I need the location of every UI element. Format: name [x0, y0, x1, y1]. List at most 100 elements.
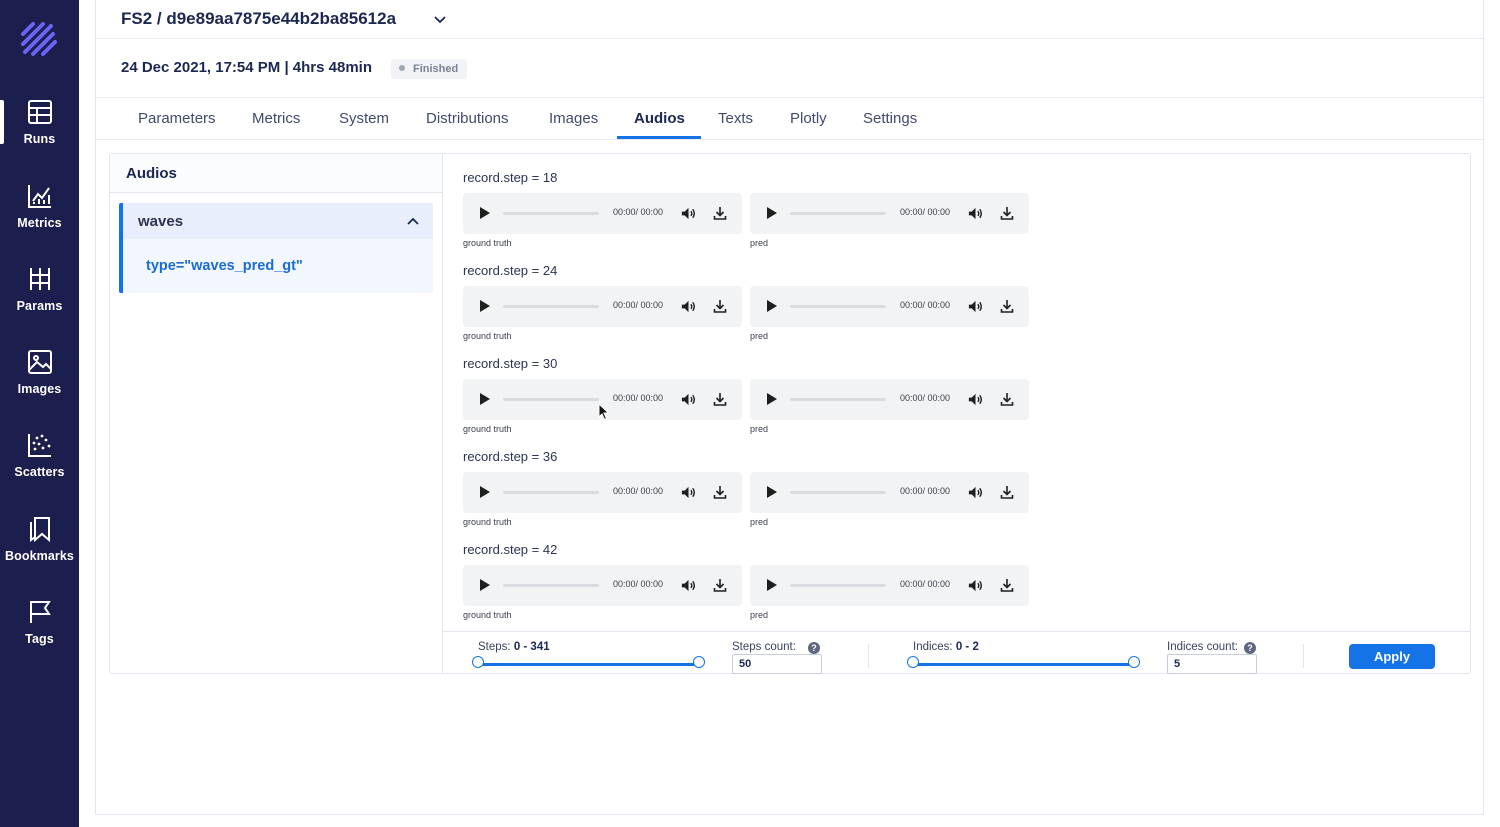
download-icon[interactable]: [712, 205, 728, 221]
audios-group-pane: Audios waves type="waves_pred_gt": [110, 154, 443, 673]
tab-distributions[interactable]: Distributions: [426, 110, 509, 127]
chart-icon: [27, 185, 51, 208]
chevron-up-icon[interactable]: [405, 213, 421, 229]
mouse-cursor-icon: [598, 403, 610, 421]
download-icon[interactable]: [712, 484, 728, 500]
sidebar-item-params[interactable]: Params: [0, 265, 79, 335]
steps-label-text: Steps:: [478, 641, 511, 653]
range-controls: Steps: 0 - 341 Steps count: ? Indices: 0…: [443, 631, 1470, 674]
audio-player: 00:00/ 00:00: [463, 286, 742, 327]
tab-metrics[interactable]: Metrics: [252, 110, 300, 127]
aim-logo-icon[interactable]: [19, 20, 59, 60]
params-icon: [29, 268, 50, 290]
indices-count-input[interactable]: [1167, 654, 1257, 674]
audio-progress-track[interactable]: [790, 584, 886, 587]
volume-icon[interactable]: [967, 205, 984, 222]
audio-group-header[interactable]: waves: [123, 203, 433, 239]
tab-settings[interactable]: Settings: [863, 110, 917, 127]
audio-group-item[interactable]: type="waves_pred_gt": [146, 258, 303, 274]
audio-player: 00:00/ 00:00: [750, 565, 1029, 606]
audio-progress-track[interactable]: [503, 305, 599, 308]
download-icon[interactable]: [999, 298, 1015, 314]
steps-label: Steps: 0 - 341: [478, 641, 550, 653]
audio-progress-track[interactable]: [790, 305, 886, 308]
sidebar-item-images[interactable]: Images: [0, 348, 79, 418]
audio-progress-track[interactable]: [790, 398, 886, 401]
download-icon[interactable]: [999, 205, 1015, 221]
volume-icon[interactable]: [680, 391, 697, 408]
audio-progress-track[interactable]: [503, 398, 599, 401]
audio-player: 00:00/ 00:00: [463, 565, 742, 606]
volume-icon[interactable]: [967, 577, 984, 594]
help-icon[interactable]: ?: [1244, 642, 1256, 654]
audio-progress-track[interactable]: [503, 491, 599, 494]
tab-audios[interactable]: Audios: [634, 110, 685, 127]
volume-icon[interactable]: [680, 298, 697, 315]
play-icon[interactable]: [763, 484, 779, 500]
steps-count-label: Steps count:: [732, 641, 796, 653]
audio-progress-track[interactable]: [790, 212, 886, 215]
volume-icon[interactable]: [680, 484, 697, 501]
volume-icon[interactable]: [967, 391, 984, 408]
divider: [1303, 644, 1304, 668]
download-icon[interactable]: [999, 391, 1015, 407]
download-icon[interactable]: [999, 484, 1015, 500]
volume-icon[interactable]: [680, 205, 697, 222]
sidebar-item-tags[interactable]: Tags: [0, 598, 79, 668]
apply-button[interactable]: Apply: [1349, 644, 1435, 669]
play-icon[interactable]: [476, 484, 492, 500]
sidebar: Runs Metrics Params Images Scatters Book…: [0, 0, 79, 827]
volume-icon[interactable]: [680, 577, 697, 594]
tab-parameters[interactable]: Parameters: [138, 110, 216, 127]
play-icon[interactable]: [476, 577, 492, 593]
audio-time: 00:00/ 00:00: [900, 207, 951, 217]
download-icon[interactable]: [712, 577, 728, 593]
audio-player: 00:00/ 00:00: [750, 286, 1029, 327]
audio-progress-track[interactable]: [503, 212, 599, 215]
play-icon[interactable]: [763, 577, 779, 593]
audio-group: waves type="waves_pred_gt": [119, 203, 433, 293]
steps-slider-max-handle[interactable]: [693, 656, 705, 668]
sidebar-item-metrics[interactable]: Metrics: [0, 182, 79, 252]
chevron-down-icon[interactable]: [431, 10, 449, 28]
audio-player: 00:00/ 00:00: [750, 472, 1029, 513]
tab-plotly[interactable]: Plotly: [790, 110, 827, 127]
play-icon[interactable]: [476, 391, 492, 407]
tab-system[interactable]: System: [339, 110, 389, 127]
volume-icon[interactable]: [967, 298, 984, 315]
sidebar-item-label: Metrics: [17, 216, 62, 230]
status-badge: Finished: [391, 59, 468, 79]
record-title: record.step = 24: [463, 263, 558, 278]
indices-slider-max-handle[interactable]: [1128, 656, 1140, 668]
audio-caption: ground truth: [463, 424, 512, 434]
tab-texts[interactable]: Texts: [718, 110, 753, 127]
indices-slider-min-handle[interactable]: [907, 656, 919, 668]
download-icon[interactable]: [712, 391, 728, 407]
sidebar-item-runs[interactable]: Runs: [0, 98, 79, 168]
sidebar-item-bookmarks[interactable]: Bookmarks: [0, 515, 79, 585]
help-icon[interactable]: ?: [808, 642, 820, 654]
play-icon[interactable]: [763, 391, 779, 407]
play-icon[interactable]: [476, 205, 492, 221]
tab-images[interactable]: Images: [549, 110, 598, 127]
play-icon[interactable]: [476, 298, 492, 314]
steps-count-input[interactable]: [732, 654, 822, 674]
steps-range-slider[interactable]: [478, 663, 700, 666]
download-icon[interactable]: [999, 577, 1015, 593]
audio-record: record.step = 30 00:00/ 00:00 ground tru…: [463, 356, 1043, 446]
audio-group-name: waves: [138, 213, 184, 230]
play-icon[interactable]: [763, 205, 779, 221]
audio-progress-track[interactable]: [503, 584, 599, 587]
record-title: record.step = 30: [463, 356, 558, 371]
sidebar-item-scatters[interactable]: Scatters: [0, 431, 79, 501]
audio-progress-track[interactable]: [790, 491, 886, 494]
indices-range: 0 - 2: [955, 641, 979, 653]
play-icon[interactable]: [763, 298, 779, 314]
audio-time: 00:00/ 00:00: [900, 300, 951, 310]
sidebar-item-label: Images: [17, 382, 62, 396]
volume-icon[interactable]: [967, 484, 984, 501]
audio-record: record.step = 36 00:00/ 00:00 ground tru…: [463, 449, 1043, 539]
indices-range-slider[interactable]: [913, 663, 1135, 666]
download-icon[interactable]: [712, 298, 728, 314]
steps-slider-min-handle[interactable]: [472, 656, 484, 668]
